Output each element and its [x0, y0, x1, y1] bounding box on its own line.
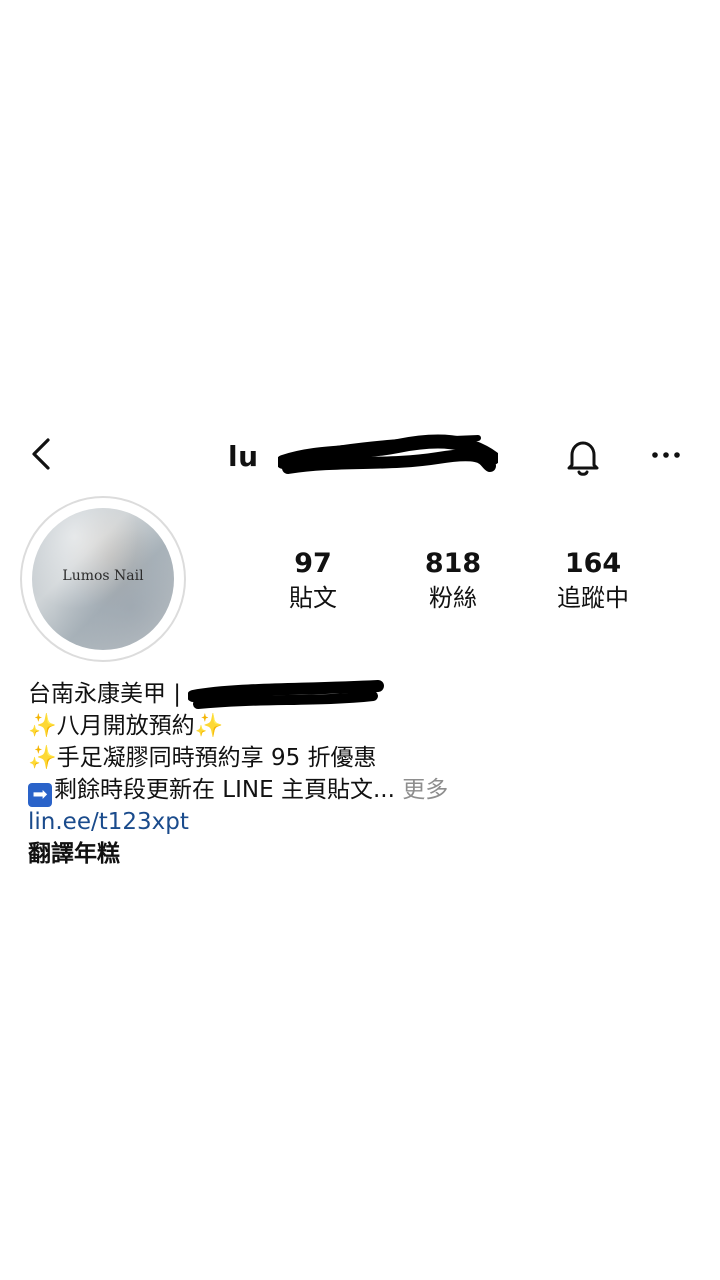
- back-button[interactable]: [22, 432, 62, 476]
- profile-display-name: 台南永康美甲 |: [28, 681, 182, 707]
- username: lu: [228, 440, 259, 473]
- bio-text: 手足凝膠同時預約享 95 折優惠: [56, 745, 377, 771]
- bell-icon: [567, 441, 599, 476]
- bio-link-line: lin.ee/t123xpt: [28, 806, 708, 838]
- profile-stats: 97 貼文 818 粉絲 164 追蹤中: [243, 548, 663, 618]
- translate-button[interactable]: 翻譯年糕: [28, 841, 120, 867]
- stat-following-label: 追蹤中: [557, 584, 629, 612]
- sparkles-icon: ✨: [194, 713, 224, 739]
- stat-posts[interactable]: 97 貼文: [243, 548, 383, 614]
- bio-line-3: ➡ 剩餘時段更新在 LINE 主頁貼文... 更多: [28, 774, 708, 807]
- profile-header: lu: [0, 420, 720, 490]
- notifications-button[interactable]: [560, 434, 606, 480]
- avatar[interactable]: Lumos Nail: [20, 496, 186, 662]
- sparkles-icon: ✨: [28, 745, 57, 771]
- avatar-logo-text: Lumos Nail: [62, 568, 144, 584]
- stat-following-count: 164: [564, 548, 622, 579]
- bio-line-1: ✨八月開放預約✨: [28, 710, 708, 742]
- avatar-image: Lumos Nail: [32, 508, 174, 650]
- sparkles-icon: ✨: [28, 713, 57, 739]
- right-arrow-icon: ➡: [28, 783, 52, 807]
- stat-followers[interactable]: 818 粉絲: [383, 548, 523, 614]
- bio-text: 八月開放預約: [56, 713, 195, 739]
- bio-name-line: 台南永康美甲 |: [28, 678, 708, 710]
- stat-posts-count: 97: [294, 548, 332, 579]
- chevron-left-icon: [32, 438, 50, 470]
- bio-translate-line: 翻譯年糕: [28, 838, 708, 870]
- more-options-button[interactable]: [648, 440, 684, 470]
- bio-more-link[interactable]: 更多: [395, 777, 448, 803]
- redaction-scribble: [278, 434, 498, 474]
- bio-external-link[interactable]: lin.ee/t123xpt: [28, 809, 189, 835]
- stat-followers-label: 粉絲: [429, 584, 477, 612]
- profile-bio: 台南永康美甲 | ✨八月開放預約✨ ✨手足凝膠同時預約享 95 折優惠 ➡ 剩餘時…: [28, 678, 708, 870]
- bio-text: 剩餘時段更新在 LINE 主頁貼文...: [54, 777, 395, 803]
- more-horizontal-icon: [652, 452, 680, 458]
- stat-posts-label: 貼文: [289, 584, 337, 612]
- stat-followers-count: 818: [424, 548, 482, 579]
- bio-line-2: ✨手足凝膠同時預約享 95 折優惠: [28, 742, 708, 774]
- stat-following[interactable]: 164 追蹤中: [523, 548, 663, 614]
- username-area: lu: [228, 434, 498, 480]
